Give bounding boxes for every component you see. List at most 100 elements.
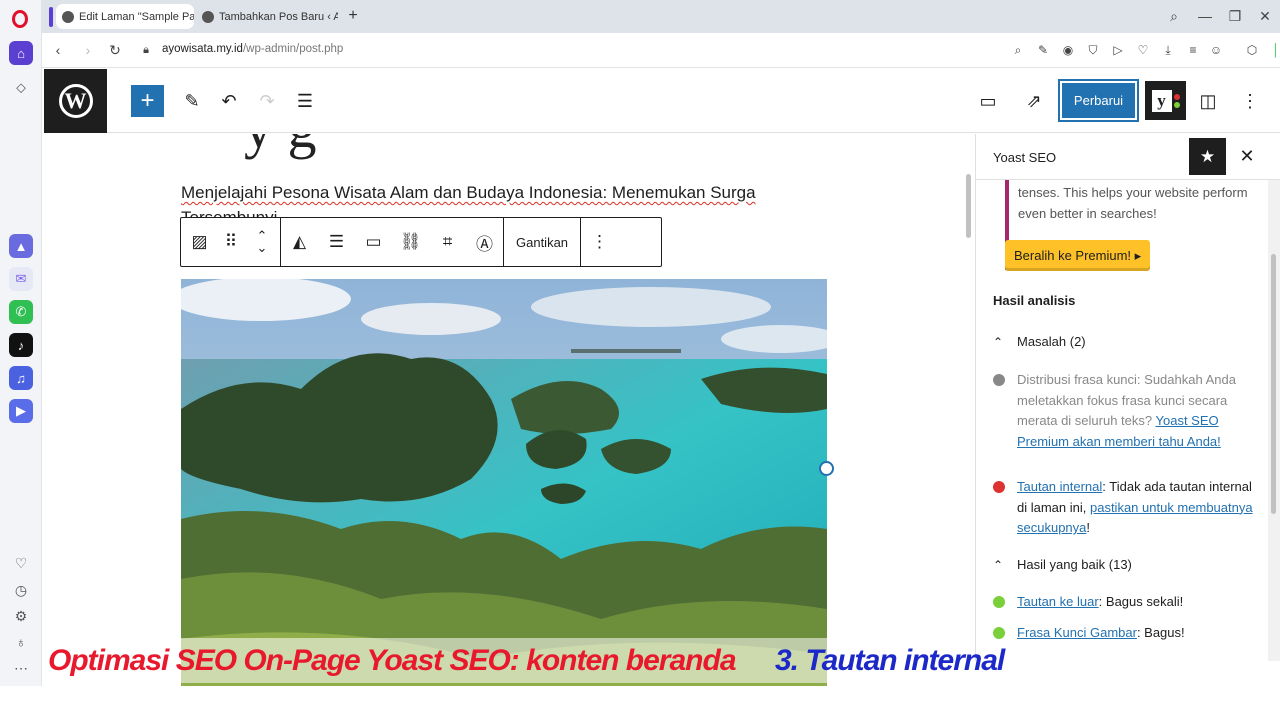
result-text: Tautan internal: Tidak ada tautan intern… bbox=[1017, 477, 1255, 539]
menu-icon[interactable]: ≡ bbox=[1185, 42, 1201, 58]
redo-icon[interactable]: ↷ bbox=[255, 89, 279, 113]
image-keyphrase-link[interactable]: Frasa Kunci Gambar bbox=[1017, 625, 1137, 640]
camera-icon[interactable]: ◉ bbox=[1060, 42, 1076, 58]
block-toolbar-group: Gantikan bbox=[504, 218, 582, 266]
sidebar-toggle-icon[interactable]: │ bbox=[1268, 42, 1280, 58]
block-toolbar-group: ⋮ bbox=[581, 218, 618, 266]
messenger-icon[interactable]: ✉ bbox=[9, 267, 33, 291]
result-description: : Bagus! bbox=[1136, 625, 1185, 640]
result-item: Distribusi frasa kunci: Sudahkah Anda me… bbox=[993, 370, 1255, 452]
lens-icon[interactable]: ⌕ bbox=[1010, 42, 1026, 58]
page-title[interactable]: y g bbox=[244, 134, 317, 161]
download-icon[interactable]: ⤓ bbox=[1160, 42, 1176, 58]
wordpress-logo-icon: W bbox=[58, 84, 93, 118]
aria-icon[interactable]: ▲ bbox=[9, 234, 33, 258]
editor-scrollbar[interactable] bbox=[966, 174, 971, 238]
pin-icon[interactable]: ⬦ bbox=[11, 77, 31, 97]
bulb-icon[interactable]: ♁ bbox=[11, 632, 31, 652]
block-toolbar-group: ▨ ⠿ ⌃ ⌄ bbox=[181, 218, 281, 266]
home-icon[interactable]: ⌂ bbox=[9, 41, 33, 65]
close-icon[interactable]: ✕ bbox=[1236, 145, 1258, 167]
minimize-button[interactable]: — bbox=[1195, 6, 1215, 26]
tab-new-post[interactable]: Tambahkan Pos Baru ‹ Ayo bbox=[196, 4, 338, 29]
premium-upgrade-button[interactable]: Beralih ke Premium! ▸ bbox=[1005, 240, 1151, 271]
url-field[interactable]: ayowisata.my.id/wp-admin/post.php bbox=[162, 43, 343, 55]
reload-icon[interactable]: ↻ bbox=[106, 41, 124, 59]
wordpress-logo-button[interactable]: W bbox=[44, 69, 107, 133]
move-up-down-icon[interactable]: ⌃ ⌄ bbox=[244, 218, 280, 266]
extensions-icon[interactable]: ⬡ bbox=[1244, 42, 1260, 58]
block-options-icon[interactable]: ⋮ bbox=[581, 218, 618, 266]
options-icon[interactable]: ⋮ bbox=[1238, 89, 1262, 113]
tab-label: Edit Laman "Sample Page bbox=[79, 10, 194, 23]
settings-panel-icon[interactable]: ◫ bbox=[1196, 89, 1220, 113]
image-resize-handle[interactable] bbox=[819, 461, 834, 476]
settings-icon[interactable]: ⚙ bbox=[11, 606, 31, 626]
undo-icon[interactable]: ↶ bbox=[217, 89, 241, 113]
whatsapp-icon[interactable]: ✆ bbox=[9, 300, 33, 324]
result-item: Frasa Kunci Gambar: Bagus! bbox=[993, 623, 1255, 644]
heart-icon[interactable]: ♡ bbox=[11, 553, 31, 573]
close-window-button[interactable]: ✕ bbox=[1255, 6, 1275, 26]
crop-icon[interactable]: ⌗ bbox=[429, 218, 466, 266]
status-green-icon bbox=[993, 596, 1005, 608]
video-caption-title: Optimasi SEO On-Page Yoast SEO: konten b… bbox=[48, 644, 737, 677]
sidebar-title: Yoast SEO bbox=[993, 150, 1057, 165]
add-block-button[interactable]: + bbox=[131, 85, 164, 117]
scrollbar-thumb[interactable] bbox=[1271, 254, 1276, 514]
back-icon[interactable]: ‹ bbox=[49, 41, 67, 59]
play-icon[interactable]: ▷ bbox=[1110, 42, 1126, 58]
preview-icon[interactable]: ▭ bbox=[976, 89, 1000, 113]
yoast-sidebar: Yoast SEO ★ ✕ tenses. This helps your we… bbox=[975, 134, 1280, 661]
star-icon[interactable]: ★ bbox=[1189, 138, 1226, 175]
update-button[interactable]: Perbarui bbox=[1058, 79, 1139, 122]
caption-icon[interactable]: ▭ bbox=[355, 218, 392, 266]
yoast-button[interactable]: y bbox=[1145, 81, 1186, 120]
player-icon[interactable]: ▶ bbox=[9, 399, 33, 423]
good-results-toggle[interactable]: ⌃ Hasil yang baik (13) bbox=[993, 557, 1132, 572]
shield-icon[interactable]: ⛉ bbox=[1085, 42, 1101, 58]
url-domain: ayowisata.my.id bbox=[162, 43, 243, 55]
status-gray-icon bbox=[993, 374, 1005, 386]
more-icon[interactable]: ⋯ bbox=[11, 658, 31, 678]
problems-heading: Masalah (2) bbox=[1017, 334, 1086, 349]
url-path: /wp-admin/post.php bbox=[242, 43, 344, 55]
result-text: Distribusi frasa kunci: Sudahkah Anda me… bbox=[1017, 370, 1255, 452]
drag-handle-icon[interactable]: ⠿ bbox=[218, 218, 244, 266]
image-block[interactable] bbox=[181, 279, 827, 686]
replace-button[interactable]: Gantikan bbox=[504, 235, 580, 250]
status-green-icon bbox=[993, 627, 1005, 639]
block-toolbar: ▨ ⠿ ⌃ ⌄ ◭ ☰ ▭ ⛓ ⌗ Ⓐ Gantikan ⋮ bbox=[180, 217, 662, 267]
tab-edit-page[interactable]: Edit Laman "Sample Page bbox=[56, 4, 194, 29]
new-tab-button[interactable]: + bbox=[344, 7, 362, 25]
duotone-icon[interactable]: ◭ bbox=[281, 218, 318, 266]
forward-icon[interactable]: › bbox=[79, 41, 97, 59]
link-icon[interactable]: ⛓ bbox=[392, 218, 429, 266]
pencil-icon[interactable]: ✎ bbox=[180, 89, 204, 113]
text-overlay-icon[interactable]: Ⓐ bbox=[466, 218, 503, 266]
lock-icon[interactable]: 🔒︎ bbox=[137, 41, 155, 59]
wordpress-favicon-icon bbox=[202, 10, 214, 23]
address-bar: ‹ › ↻ 🔒︎ ayowisata.my.id/wp-admin/post.p… bbox=[42, 33, 1280, 68]
image-block-icon[interactable]: ▨ bbox=[181, 218, 218, 266]
yoast-icon: y bbox=[1151, 89, 1172, 112]
align-icon[interactable]: ☰ bbox=[318, 218, 355, 266]
search-tabs-icon[interactable]: ⌕ bbox=[1164, 6, 1184, 26]
sidebar-scrollbar[interactable] bbox=[1268, 134, 1280, 661]
view-page-icon[interactable]: ⇗ bbox=[1022, 89, 1046, 113]
outbound-link[interactable]: Tautan ke luar bbox=[1017, 594, 1099, 609]
internal-link-link[interactable]: Tautan internal bbox=[1017, 479, 1102, 494]
restore-button[interactable]: ❐ bbox=[1225, 6, 1245, 26]
chevron-up-icon: ⌃ bbox=[993, 557, 1004, 572]
opera-logo-icon[interactable] bbox=[12, 10, 28, 28]
problems-toggle[interactable]: ⌃ Masalah (2) bbox=[993, 334, 1086, 349]
tab-island-marker bbox=[49, 7, 53, 27]
list-view-icon[interactable]: ☰ bbox=[293, 89, 317, 113]
music-icon[interactable]: ♫ bbox=[9, 366, 33, 390]
history-icon[interactable]: ◷ bbox=[11, 580, 31, 600]
edit-icon[interactable]: ✎ bbox=[1035, 42, 1051, 58]
tiktok-icon[interactable]: ♪ bbox=[9, 333, 33, 357]
profile-icon[interactable]: ☺ bbox=[1208, 42, 1224, 58]
yoast-traffic-light-icon bbox=[1173, 93, 1180, 108]
heart-icon[interactable]: ♡ bbox=[1135, 42, 1151, 58]
